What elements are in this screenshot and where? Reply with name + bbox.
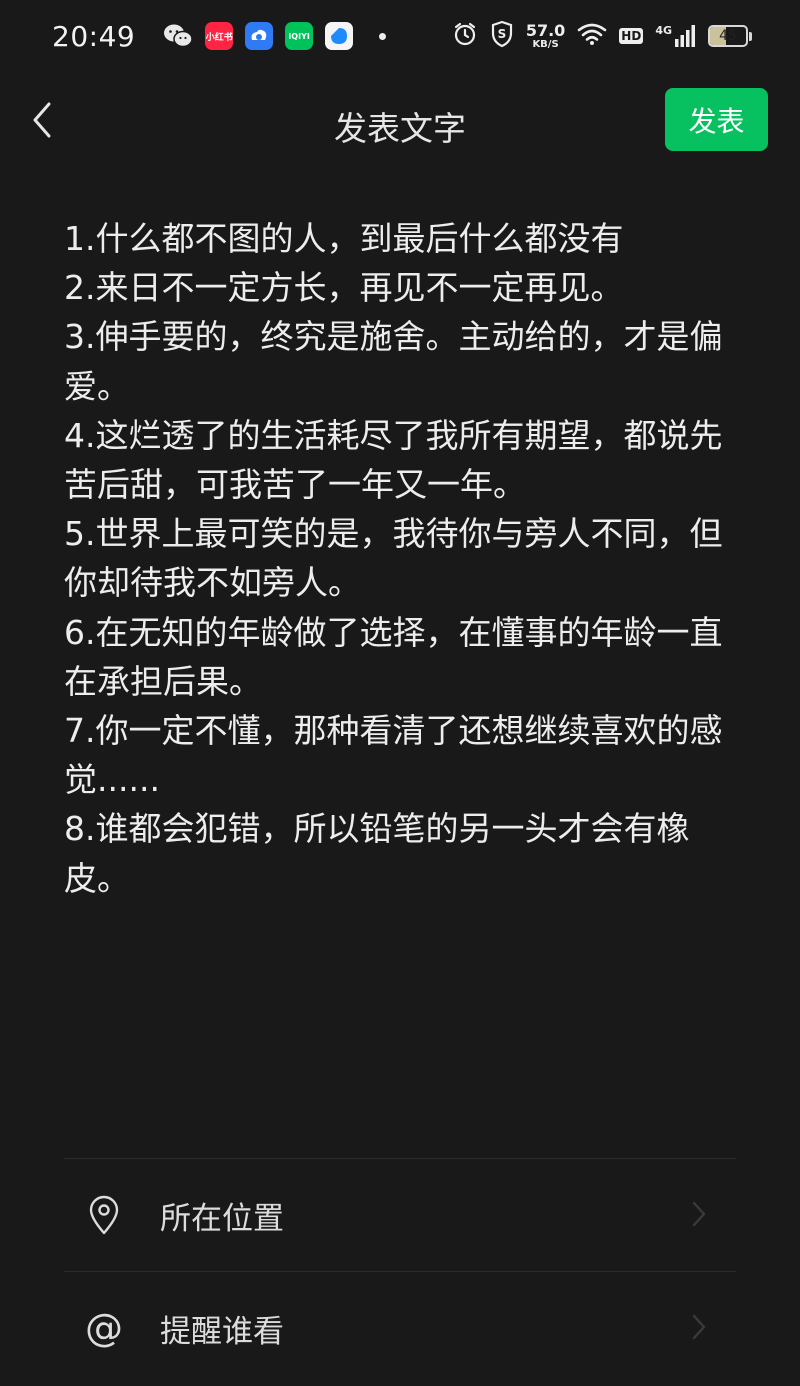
- notification-dot-icon: [379, 32, 387, 40]
- location-pin-icon: [64, 1190, 144, 1240]
- post-text-paragraph: 4.这烂透了的生活耗尽了我所有期望，都说先苦后甜，可我苦了一年又一年。: [64, 415, 723, 505]
- status-app-icons: 小红书 iQIYI: [163, 22, 387, 50]
- alarm-icon: [452, 21, 478, 51]
- iqiyi-icon-label: iQIYI: [288, 31, 310, 41]
- nav-bar: 发表文字 发表: [0, 80, 800, 160]
- remind-option-label: 提醒谁看: [160, 1313, 284, 1350]
- remind-option[interactable]: @ 提醒谁看: [64, 1271, 736, 1384]
- screen: 20:49 小红书 iQIYI S 57.0 KB/S HD 4G 45 发表文…: [0, 0, 800, 1386]
- battery-indicator: 45: [708, 25, 752, 47]
- network-speed-value: 57.0: [525, 20, 566, 40]
- post-text-paragraph: 1.什么都不图的人，到最后什么都没有: [64, 219, 624, 258]
- publish-button[interactable]: 发表: [665, 88, 768, 151]
- status-right-group: S 57.0 KB/S HD 4G 45: [452, 20, 752, 52]
- svg-text:S: S: [497, 27, 506, 41]
- xiaohongshu-icon-label: 小红书: [205, 32, 233, 43]
- battery-level: 45: [719, 28, 737, 44]
- network-speed: 57.0 KB/S: [525, 20, 566, 50]
- status-time: 20:49: [52, 19, 136, 53]
- post-text-paragraph: 5.世界上最可笑的是，我待你与旁人不同，但你却待我不如旁人。: [64, 514, 723, 603]
- chevron-right-icon: [692, 1201, 706, 1231]
- post-text-paragraph: 7.你一定不懂，那种看清了还想继续喜欢的感觉......: [64, 711, 723, 800]
- cellular-signal: 4G: [655, 25, 696, 47]
- post-text-paragraph: 8.谁都会犯错，所以铅笔的另一头才会有橡皮。: [64, 809, 690, 898]
- wifi-icon: [577, 22, 607, 50]
- hd-badge: HD: [619, 28, 644, 44]
- network-speed-unit: KB/S: [532, 38, 559, 50]
- location-option-label: 所在位置: [160, 1200, 284, 1237]
- location-option[interactable]: 所在位置: [64, 1158, 736, 1271]
- baidu-netdisk-icon: [245, 22, 274, 50]
- battery-icon: 45: [708, 25, 748, 47]
- post-text-paragraph: 3.伸手要的，终究是施舍。主动给的，才是偏爱。: [64, 317, 723, 406]
- signal-bars-icon: [675, 25, 695, 47]
- battery-cap: [749, 31, 752, 41]
- network-generation: 4G: [655, 24, 672, 37]
- post-options-list: 所在位置 @ 提醒谁看: [64, 1158, 736, 1384]
- iqiyi-icon: iQIYI: [285, 22, 314, 50]
- post-text-paragraph: 2.来日不一定方长，再见不一定再见。: [64, 268, 624, 308]
- at-sign-icon: @: [64, 1303, 144, 1353]
- post-text-paragraph: 6.在无知的年龄做了选择，在懂事的年龄一直在承担后果。: [64, 612, 723, 701]
- post-text-input[interactable]: 1.什么都不图的人，到最后什么都没有 2.来日不一定方长，再见不一定再见。 3.伸手…: [64, 214, 744, 903]
- status-bar: 20:49 小红书 iQIYI S 57.0 KB/S HD 4G 45: [0, 0, 800, 72]
- at-sign-glyph: @: [85, 1306, 123, 1350]
- blue-app-icon: [325, 22, 354, 50]
- xiaohongshu-icon: 小红书: [205, 22, 234, 50]
- chevron-right-icon: [692, 1314, 706, 1344]
- shield-icon: S: [490, 20, 514, 52]
- wechat-icon: [163, 23, 193, 49]
